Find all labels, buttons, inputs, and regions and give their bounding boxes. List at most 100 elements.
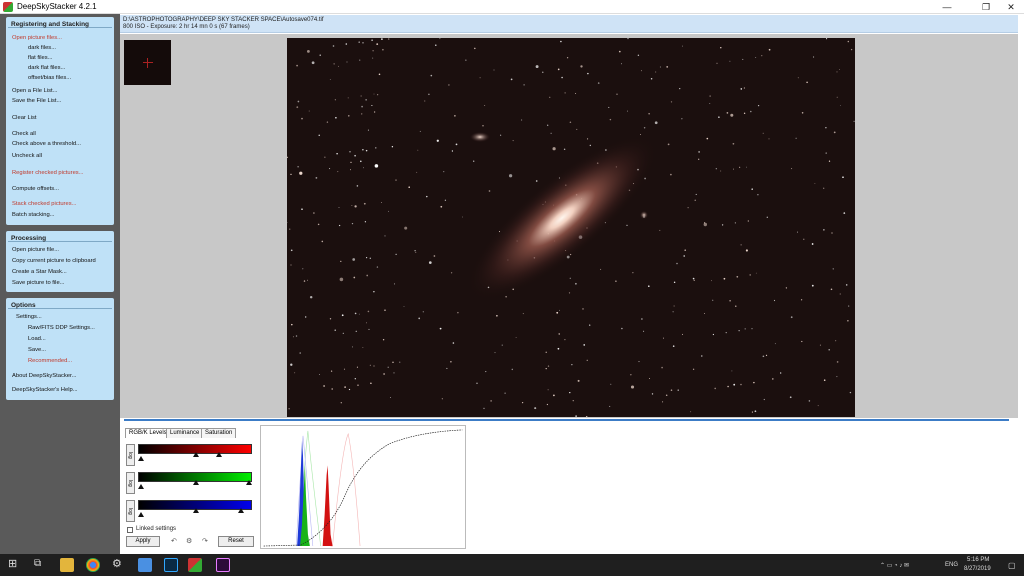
open-file-list-link[interactable]: Open a File List... — [12, 88, 57, 94]
star — [428, 93, 430, 96]
blue-black-point[interactable] — [138, 512, 144, 517]
tray-icons[interactable]: ⌃ ▭ ◔ ♪ ✉ — [880, 562, 909, 569]
photoshop-icon[interactable] — [164, 558, 178, 572]
star — [835, 340, 837, 342]
save-picture-link[interactable]: Save picture to file... — [12, 280, 65, 286]
dark-flat-files-link[interactable]: dark flat files... — [28, 65, 65, 71]
save-file-list-link[interactable]: Save the File List... — [12, 98, 61, 104]
task-view-icon[interactable]: ⧉ — [34, 558, 48, 572]
offset-bias-files-link[interactable]: offset/bias files... — [28, 75, 71, 81]
star — [501, 344, 503, 346]
star — [564, 92, 566, 94]
deepskystacker-taskbar-icon[interactable] — [188, 558, 202, 572]
star — [465, 59, 467, 61]
apply-button[interactable]: Apply — [126, 536, 160, 547]
app-icon-blue[interactable] — [138, 558, 152, 572]
options-title: Options — [8, 298, 112, 309]
create-star-mask-link[interactable]: Create a Star Mask... — [12, 269, 67, 275]
star — [819, 344, 821, 346]
premiere-icon[interactable] — [216, 558, 230, 572]
red-white-point[interactable] — [216, 452, 222, 457]
star — [355, 330, 357, 332]
star — [303, 280, 306, 282]
star — [740, 88, 743, 90]
redo-icon[interactable]: ↷ — [202, 537, 208, 545]
log-button-green[interactable]: log — [126, 472, 135, 494]
star — [367, 310, 370, 313]
language-indicator[interactable]: ENG — [945, 562, 958, 568]
clock-date[interactable]: 8/27/2019 — [964, 566, 991, 572]
star — [753, 381, 755, 384]
star — [417, 149, 419, 151]
recommended-link[interactable]: Recommended... — [28, 358, 72, 364]
tab-luminance[interactable]: Luminance — [166, 428, 204, 438]
file-explorer-icon[interactable] — [60, 558, 74, 572]
star — [638, 361, 640, 363]
star — [354, 154, 356, 157]
red-black-point[interactable] — [138, 456, 144, 461]
star — [557, 347, 560, 350]
star — [347, 97, 349, 99]
copy-clipboard-link[interactable]: Copy current picture to clipboard — [12, 258, 96, 264]
blue-mid-point[interactable] — [193, 508, 199, 513]
minimize-button[interactable]: — — [936, 0, 958, 14]
load-link[interactable]: Load... — [28, 336, 46, 342]
green-black-point[interactable] — [138, 484, 144, 489]
clock-time[interactable]: 5:16 PM — [967, 557, 989, 563]
flat-files-link[interactable]: flat files... — [28, 55, 52, 61]
check-threshold-link[interactable]: Check above a threshold... — [12, 141, 81, 147]
settings-link[interactable]: Settings... — [16, 314, 42, 320]
stack-checked-link[interactable]: Stack checked pictures... — [12, 201, 76, 207]
star — [808, 400, 811, 402]
star — [435, 44, 437, 46]
star — [750, 110, 752, 113]
red-mid-point[interactable] — [193, 452, 199, 457]
star — [490, 400, 492, 402]
star — [339, 277, 344, 282]
reset-button[interactable]: Reset — [218, 536, 254, 547]
help-link[interactable]: DeepSkyStacker's Help... — [12, 387, 78, 393]
star — [362, 149, 364, 151]
save-link[interactable]: Save... — [28, 347, 46, 353]
star — [739, 166, 741, 168]
dark-files-link[interactable]: dark files... — [28, 45, 56, 51]
tab-saturation[interactable]: Saturation — [201, 428, 237, 438]
green-white-point[interactable] — [246, 480, 252, 485]
star — [374, 164, 379, 168]
star — [762, 355, 765, 358]
windows-start-icon[interactable]: ⊞ — [8, 557, 22, 571]
raw-fits-settings-link[interactable]: Raw/FITS DDP Settings... — [28, 325, 95, 331]
blue-white-point[interactable] — [238, 508, 244, 513]
settings-wheel-icon[interactable]: ⚙ — [186, 537, 192, 545]
clear-list-link[interactable]: Clear List — [12, 115, 36, 121]
register-checked-link[interactable]: Register checked pictures... — [12, 170, 84, 176]
about-link[interactable]: About DeepSkyStacker... — [12, 373, 76, 379]
star — [842, 176, 844, 179]
uncheck-all-link[interactable]: Uncheck all — [12, 153, 42, 159]
compute-offsets-link[interactable]: Compute offsets... — [12, 186, 59, 192]
star — [306, 49, 310, 53]
star — [291, 323, 293, 326]
settings-icon[interactable]: ⚙ — [112, 557, 126, 571]
star — [732, 142, 735, 145]
star — [673, 281, 676, 284]
maximize-button[interactable]: ❐ — [975, 0, 997, 14]
notifications-icon[interactable]: ▢ — [1008, 561, 1016, 570]
astro-image[interactable] — [287, 38, 855, 417]
undo-icon[interactable]: ↶ — [171, 537, 177, 545]
check-all-link[interactable]: Check all — [12, 131, 36, 137]
batch-stacking-link[interactable]: Batch stacking... — [12, 212, 55, 218]
star — [589, 324, 591, 326]
open-picture-files-link[interactable]: Open picture files... — [12, 35, 62, 41]
star — [621, 63, 622, 65]
open-picture-file-link[interactable]: Open picture file... — [12, 247, 59, 253]
linked-settings-checkbox[interactable] — [127, 527, 133, 533]
tab-rgb-levels[interactable]: RGB/K Levels — [125, 428, 171, 438]
close-button[interactable]: ✕ — [1000, 0, 1022, 14]
log-button-blue[interactable]: log — [126, 500, 135, 522]
log-button-red[interactable]: log — [126, 444, 135, 466]
star — [383, 373, 385, 375]
star — [336, 152, 338, 155]
chrome-icon[interactable] — [86, 558, 100, 572]
green-mid-point[interactable] — [193, 480, 199, 485]
